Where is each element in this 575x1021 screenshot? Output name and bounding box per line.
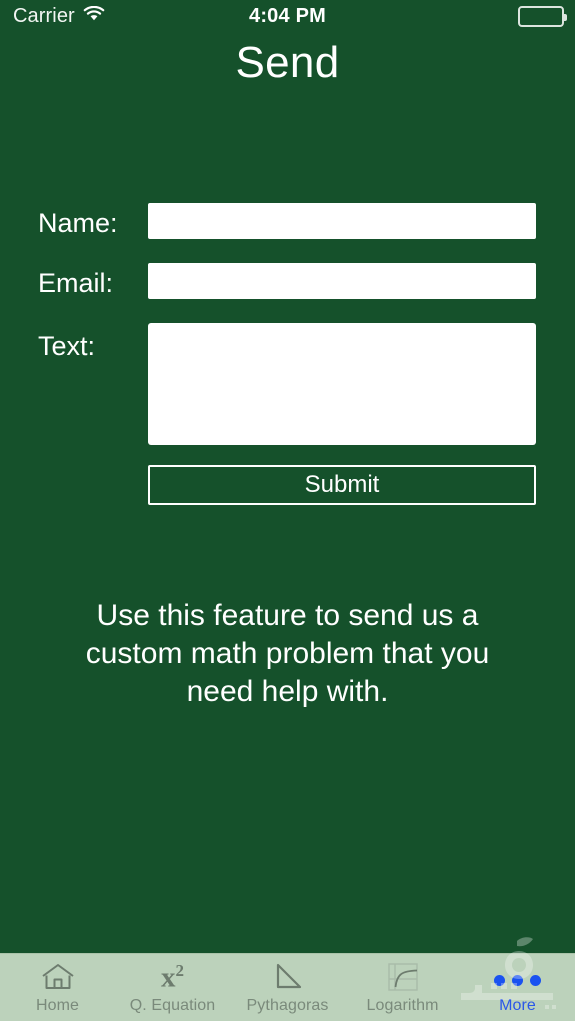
text-label: Text: bbox=[38, 331, 96, 361]
right-triangle-icon bbox=[270, 961, 306, 993]
email-input[interactable] bbox=[148, 263, 536, 299]
send-form: Name: Email: Text: Submit bbox=[0, 203, 575, 505]
app-screen: Carrier 4:04 PM Send Name: Email: Text: … bbox=[0, 0, 575, 1021]
three-dots-icon bbox=[494, 961, 541, 993]
name-input[interactable] bbox=[148, 203, 536, 239]
page-title: Send bbox=[235, 38, 340, 87]
tab-pythagoras-label: Pythagoras bbox=[246, 997, 329, 1014]
status-bar: Carrier 4:04 PM bbox=[0, 0, 575, 33]
submit-spacer bbox=[38, 465, 148, 505]
name-label: Name: bbox=[38, 208, 118, 238]
tab-more[interactable]: More bbox=[460, 954, 575, 1021]
status-bar-right bbox=[518, 6, 567, 27]
tab-logarithm-label: Logarithm bbox=[366, 997, 439, 1014]
clock-label: 4:04 PM bbox=[249, 5, 326, 27]
house-icon bbox=[40, 961, 76, 993]
tab-home-label: Home bbox=[35, 997, 80, 1014]
email-label: Email: bbox=[38, 268, 114, 298]
log-curve-graph-icon bbox=[386, 961, 420, 993]
tab-q-equation[interactable]: x2 Q. Equation bbox=[115, 954, 230, 1021]
description-text: Use this feature to send us a custom mat… bbox=[85, 599, 490, 708]
x-squared-icon: x2 bbox=[161, 960, 184, 994]
tab-pythagoras[interactable]: Pythagoras bbox=[230, 954, 345, 1021]
email-row: Email: bbox=[0, 263, 575, 303]
battery-full-icon bbox=[518, 6, 567, 27]
tab-home[interactable]: Home bbox=[0, 954, 115, 1021]
text-row: Text: bbox=[0, 323, 575, 445]
tab-logarithm[interactable]: Logarithm bbox=[345, 954, 460, 1021]
tab-q-equation-label: Q. Equation bbox=[129, 997, 216, 1014]
tab-more-label: More bbox=[499, 997, 536, 1014]
name-row: Name: bbox=[0, 203, 575, 243]
tab-bar: Home x2 Q. Equation Pythagoras Logarithm… bbox=[0, 953, 575, 1021]
submit-button[interactable]: Submit bbox=[148, 465, 536, 505]
submit-row: Submit bbox=[0, 465, 575, 505]
text-input[interactable] bbox=[148, 323, 536, 445]
